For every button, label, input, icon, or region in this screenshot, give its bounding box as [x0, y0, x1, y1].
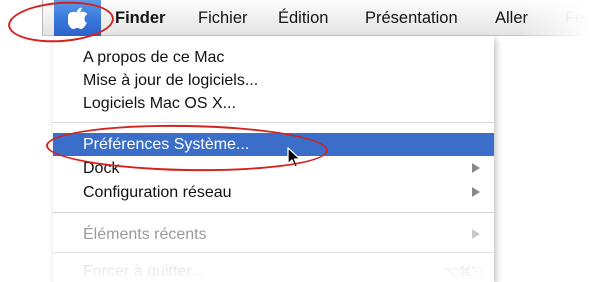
menu-edition[interactable]: Édition: [278, 7, 328, 29]
keyboard-shortcut: ⌥⌘⎋: [443, 264, 482, 279]
menu-item-label: Mise à jour de logiciels...: [83, 72, 259, 89]
menu-item-about-this-mac[interactable]: A propos de ce Mac: [53, 46, 494, 69]
menu-item-label: Dock: [83, 160, 120, 177]
menubar-fade: [520, 0, 590, 36]
menu-bar: Finder Fichier Édition Présentation Alle…: [42, 0, 590, 36]
apple-dropdown-menu: A propos de ce Mac Mise à jour de logici…: [53, 36, 494, 282]
menu-item-label: Forcer à quitter...: [83, 263, 204, 280]
apple-icon: [68, 7, 88, 29]
mouse-pointer-icon: [287, 147, 301, 168]
menu-separator: [53, 122, 494, 123]
submenu-arrow-icon: [472, 229, 480, 239]
menu-separator: [53, 252, 494, 253]
menu-item-force-quit[interactable]: Forcer à quitter... ⌥⌘⎋: [53, 260, 494, 282]
menu-item-system-preferences[interactable]: Préférences Système...: [53, 133, 494, 156]
menu-item-label: A propos de ce Mac: [83, 49, 225, 66]
menu-item-label: Éléments récents: [83, 226, 207, 243]
menu-presentation[interactable]: Présentation: [365, 7, 458, 29]
screenshot: Finder Fichier Édition Présentation Alle…: [0, 0, 590, 282]
menu-finder[interactable]: Finder: [115, 7, 165, 29]
menu-separator: [53, 212, 494, 213]
menu-item-label: Configuration réseau: [83, 184, 232, 201]
menu-item-software-update[interactable]: Mise à jour de logiciels...: [53, 69, 494, 92]
menu-item-label: Préférences Système...: [83, 136, 250, 153]
menu-item-recent-items[interactable]: Éléments récents: [53, 223, 494, 246]
submenu-arrow-icon: [472, 163, 480, 173]
apple-menu[interactable]: [54, 0, 101, 36]
menu-item-mac-os-x-software[interactable]: Logiciels Mac OS X...: [53, 92, 494, 115]
menu-item-dock[interactable]: Dock: [53, 157, 494, 180]
menu-fichier[interactable]: Fichier: [198, 7, 248, 29]
menu-item-label: Logiciels Mac OS X...: [83, 95, 236, 112]
submenu-arrow-icon: [472, 187, 480, 197]
menu-item-network-configuration[interactable]: Configuration réseau: [53, 181, 494, 204]
